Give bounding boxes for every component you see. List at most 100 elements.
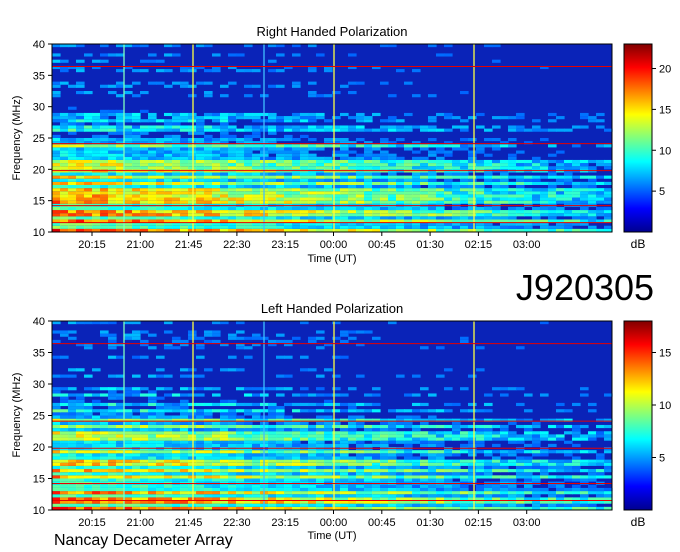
spectrogram-cell bbox=[148, 213, 157, 217]
spectrogram-cell bbox=[300, 144, 309, 148]
spectrogram-cell bbox=[212, 475, 221, 479]
spectrogram-cell bbox=[364, 128, 373, 132]
spectrogram-cell bbox=[100, 412, 109, 416]
spectrogram-cell bbox=[324, 472, 333, 476]
spectrogram-cell bbox=[252, 431, 261, 435]
spectrogram-cell bbox=[484, 159, 493, 164]
spectrogram-cell bbox=[284, 487, 293, 492]
spectrogram-cell bbox=[220, 175, 229, 179]
spectrogram-cell bbox=[60, 175, 69, 179]
spectrogram-cell bbox=[396, 200, 405, 204]
spectrogram-cell bbox=[212, 450, 221, 454]
spectrogram-cell bbox=[268, 387, 277, 391]
spectrogram-cell bbox=[108, 197, 117, 201]
spectrogram-cell bbox=[180, 119, 189, 123]
x-tick-label: 23:15 bbox=[271, 517, 299, 529]
spectrogram-cell bbox=[428, 172, 437, 176]
spectrogram-cell bbox=[100, 138, 109, 142]
spectrogram-cell bbox=[316, 469, 325, 473]
spectrogram-cell bbox=[364, 484, 373, 488]
spectrogram-cell bbox=[60, 147, 69, 151]
spectrogram-cell bbox=[524, 487, 533, 492]
spectrogram-cell bbox=[452, 402, 461, 407]
spectrogram-cell bbox=[596, 459, 605, 463]
spectrogram-cell bbox=[76, 213, 85, 217]
spectrogram-cell bbox=[60, 216, 69, 220]
spectrogram-cell bbox=[164, 147, 173, 151]
spectrogram-cell bbox=[92, 368, 101, 372]
spectrogram-cell bbox=[380, 456, 389, 460]
spectrogram-cell bbox=[92, 216, 101, 220]
spectrogram-cell bbox=[284, 387, 293, 391]
spectrogram-cell bbox=[508, 440, 517, 444]
spectrogram-cell bbox=[68, 125, 77, 129]
spectrogram-cell bbox=[100, 128, 109, 132]
spectrogram-cell bbox=[108, 387, 117, 391]
spectrogram-cell bbox=[340, 125, 349, 129]
spectrogram-cell bbox=[388, 178, 397, 182]
spectrogram-cell bbox=[308, 181, 317, 185]
spectrogram-cell bbox=[284, 216, 293, 220]
spectrogram-cell bbox=[348, 487, 357, 492]
spectrogram-cell bbox=[572, 216, 581, 220]
spectrogram-cell bbox=[564, 178, 573, 182]
spectrogram-cell bbox=[212, 472, 221, 476]
right-polarization-panel: Right Handed Polarization 10152025303540… bbox=[11, 24, 671, 265]
spectrogram-cell bbox=[452, 216, 461, 220]
spectrogram-cell bbox=[468, 225, 477, 229]
spectrogram-cell bbox=[604, 393, 613, 397]
spectrogram-cell bbox=[556, 465, 565, 470]
spectrogram-cell bbox=[140, 494, 149, 498]
spectrogram-cell bbox=[84, 119, 93, 123]
spectrogram-cell bbox=[132, 159, 141, 164]
spectrogram-cell bbox=[84, 484, 93, 488]
spectrogram-cell bbox=[340, 456, 349, 460]
spectrogram-cell bbox=[116, 156, 125, 160]
spectrogram-cell bbox=[588, 478, 597, 482]
spectrogram-cell bbox=[388, 200, 397, 204]
spectrogram-cell bbox=[444, 188, 453, 192]
spectrogram-cell bbox=[196, 424, 205, 429]
spectrogram-cell bbox=[460, 191, 469, 195]
spectrogram-cell bbox=[92, 144, 101, 148]
spectrogram-cell bbox=[524, 428, 533, 432]
spectrogram-cell bbox=[164, 125, 173, 129]
spectrogram-cell bbox=[348, 472, 357, 476]
spectrogram-cell bbox=[52, 387, 61, 391]
spectrogram-cell bbox=[204, 456, 213, 460]
spectrogram-cell bbox=[276, 163, 285, 167]
spectrogram-cell bbox=[372, 166, 381, 170]
spectrogram-cell bbox=[284, 472, 293, 476]
spectrogram-cell bbox=[164, 434, 173, 438]
spectrogram-cell bbox=[348, 206, 357, 211]
spectrogram-cell bbox=[308, 402, 317, 407]
spectrogram-cell bbox=[476, 487, 485, 492]
spectrogram-cell bbox=[340, 465, 349, 470]
spectrogram-cell bbox=[116, 216, 125, 220]
spectrogram-cell bbox=[460, 163, 469, 167]
spectrogram-cell bbox=[132, 336, 141, 340]
spectrogram-cell bbox=[388, 484, 397, 488]
spectrogram-cell bbox=[156, 387, 165, 391]
spectrogram-cell bbox=[284, 428, 293, 432]
spectrogram-cell bbox=[508, 156, 517, 160]
spectrogram-cell bbox=[588, 491, 597, 495]
spectrogram-cell bbox=[428, 119, 437, 123]
spectrogram-cell bbox=[444, 402, 453, 407]
spectrogram-cell bbox=[276, 339, 285, 344]
spectrogram-cell bbox=[140, 465, 149, 470]
spectrogram-cell bbox=[404, 163, 413, 167]
spectrogram-cell bbox=[124, 147, 133, 151]
spectrogram-cell bbox=[204, 191, 213, 195]
spectrogram-cell bbox=[300, 194, 309, 198]
spectrogram-cell bbox=[132, 94, 141, 98]
spectrogram-cell bbox=[284, 465, 293, 470]
spectrogram-cell bbox=[252, 112, 261, 117]
spectrogram-cell bbox=[308, 437, 317, 441]
spectrogram-cell bbox=[164, 188, 173, 192]
spectrogram-cell bbox=[76, 431, 85, 435]
spectrogram-cell bbox=[228, 81, 237, 85]
spectrogram-cell bbox=[428, 159, 437, 164]
spectrogram-cell bbox=[212, 478, 221, 482]
spectrogram-cell bbox=[468, 116, 477, 120]
